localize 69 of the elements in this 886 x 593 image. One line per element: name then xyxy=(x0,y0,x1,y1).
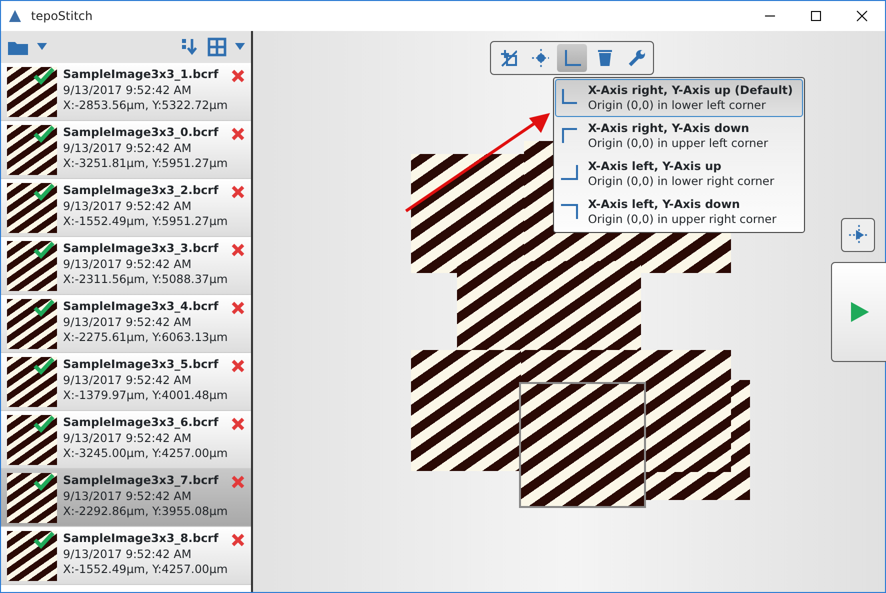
file-date: 9/13/2017 9:52:42 AM xyxy=(63,488,192,504)
file-date: 9/13/2017 9:52:42 AM xyxy=(63,314,192,330)
image-thumbnail xyxy=(7,183,57,233)
close-icon[interactable] xyxy=(856,10,868,22)
file-name: SampleImage3x3_8.bcrf xyxy=(63,531,220,547)
image-list-item[interactable]: SampleImage3x3_7.bcrf 9/13/2017 9:52:42 AM X:-2292.86µm, Y:3955.08µm xyxy=(1,469,251,527)
remove-icon[interactable] xyxy=(231,359,245,373)
grid-icon[interactable] xyxy=(205,35,229,59)
remove-icon[interactable] xyxy=(231,69,245,83)
option-description: Origin (0,0) in upper left corner xyxy=(588,136,768,151)
file-date: 9/13/2017 9:52:42 AM xyxy=(63,372,192,388)
image-thumbnail xyxy=(7,531,57,581)
remove-icon[interactable] xyxy=(231,533,245,547)
remove-icon[interactable] xyxy=(231,243,245,257)
image-thumbnail xyxy=(7,473,57,523)
image-thumbnail xyxy=(7,357,57,407)
file-date: 9/13/2017 9:52:42 AM xyxy=(63,82,192,98)
file-position: X:-3251.81µm, Y:5951.27µm xyxy=(63,156,229,172)
file-position: X:-2853.56µm, Y:5322.72µm xyxy=(63,98,229,114)
file-name: SampleImage3x3_1.bcrf xyxy=(63,67,220,83)
file-date: 9/13/2017 9:52:42 AM xyxy=(63,198,192,214)
remove-icon[interactable] xyxy=(231,185,245,199)
remove-icon[interactable] xyxy=(231,127,245,141)
image-thumbnail xyxy=(7,125,57,175)
file-position: X:-3245.00µm, Y:4257.00µm xyxy=(63,446,229,462)
file-date: 9/13/2017 9:52:42 AM xyxy=(63,430,192,446)
maximize-icon[interactable] xyxy=(810,10,822,22)
option-description: Origin (0,0) in lower right corner xyxy=(588,174,774,189)
axes-icon[interactable] xyxy=(557,44,587,72)
file-name: SampleImage3x3_2.bcrf xyxy=(63,183,220,199)
file-name: SampleImage3x3_0.bcrf xyxy=(63,125,220,141)
file-name: SampleImage3x3_4.bcrf xyxy=(63,299,220,315)
file-position: X:-1379.97µm, Y:4001.48µm xyxy=(63,388,229,404)
option-title: X-Axis left, Y-Axis up xyxy=(588,159,722,174)
file-name: SampleImage3x3_3.bcrf xyxy=(63,241,220,257)
file-position: X:-1552.49µm, Y:4257.00µm xyxy=(63,562,229,578)
file-position: X:-1552.49µm, Y:5951.27µm xyxy=(63,214,229,230)
image-thumbnail xyxy=(7,67,57,117)
run-button[interactable] xyxy=(831,262,886,362)
file-date: 9/13/2017 9:52:42 AM xyxy=(63,546,192,562)
option-description: Origin (0,0) in lower left corner xyxy=(588,98,767,113)
option-title: X-Axis left, Y-Axis down xyxy=(588,197,741,212)
image-thumbnail xyxy=(7,299,57,349)
remove-icon[interactable] xyxy=(231,475,245,489)
remove-icon[interactable] xyxy=(231,301,245,315)
option-title: X-Axis right, Y-Axis down xyxy=(588,121,750,136)
app-icon xyxy=(7,8,23,24)
file-position: X:-2311.56µm, Y:5088.37µm xyxy=(63,272,229,288)
option-description: Origin (0,0) in upper right corner xyxy=(588,212,776,227)
play-icon xyxy=(850,301,870,323)
menu-option[interactable]: X-Axis left, Y-Axis down Origin (0,0) in upper right corner xyxy=(555,193,803,231)
image-thumbnail xyxy=(7,415,57,465)
axes-icon xyxy=(560,202,580,222)
axes-icon xyxy=(560,126,580,146)
menu-option[interactable]: X-Axis left, Y-Axis up Origin (0,0) in lower right corner xyxy=(555,155,803,193)
file-position: X:-2292.86µm, Y:3955.08µm xyxy=(63,504,229,520)
file-name: SampleImage3x3_7.bcrf xyxy=(63,473,220,489)
file-date: 9/13/2017 9:52:42 AM xyxy=(63,256,192,272)
remove-icon[interactable] xyxy=(231,417,245,431)
menu-option[interactable]: X-Axis right, Y-Axis up (Default) Origin (0,0) in lower left corner xyxy=(555,79,803,117)
file-position: X:-2275.61µm, Y:6063.13µm xyxy=(63,330,229,346)
image-thumbnail xyxy=(7,241,57,291)
file-date: 9/13/2017 9:52:42 AM xyxy=(63,140,192,156)
menu-option[interactable]: X-Axis right, Y-Axis down Origin (0,0) in upper left corner xyxy=(555,117,803,155)
file-name: SampleImage3x3_6.bcrf xyxy=(63,415,220,431)
option-title: X-Axis right, Y-Axis up (Default) xyxy=(588,83,793,98)
move-icon[interactable] xyxy=(841,218,875,252)
file-name: SampleImage3x3_5.bcrf xyxy=(63,357,220,373)
window-title: tepoStitch xyxy=(31,8,93,25)
